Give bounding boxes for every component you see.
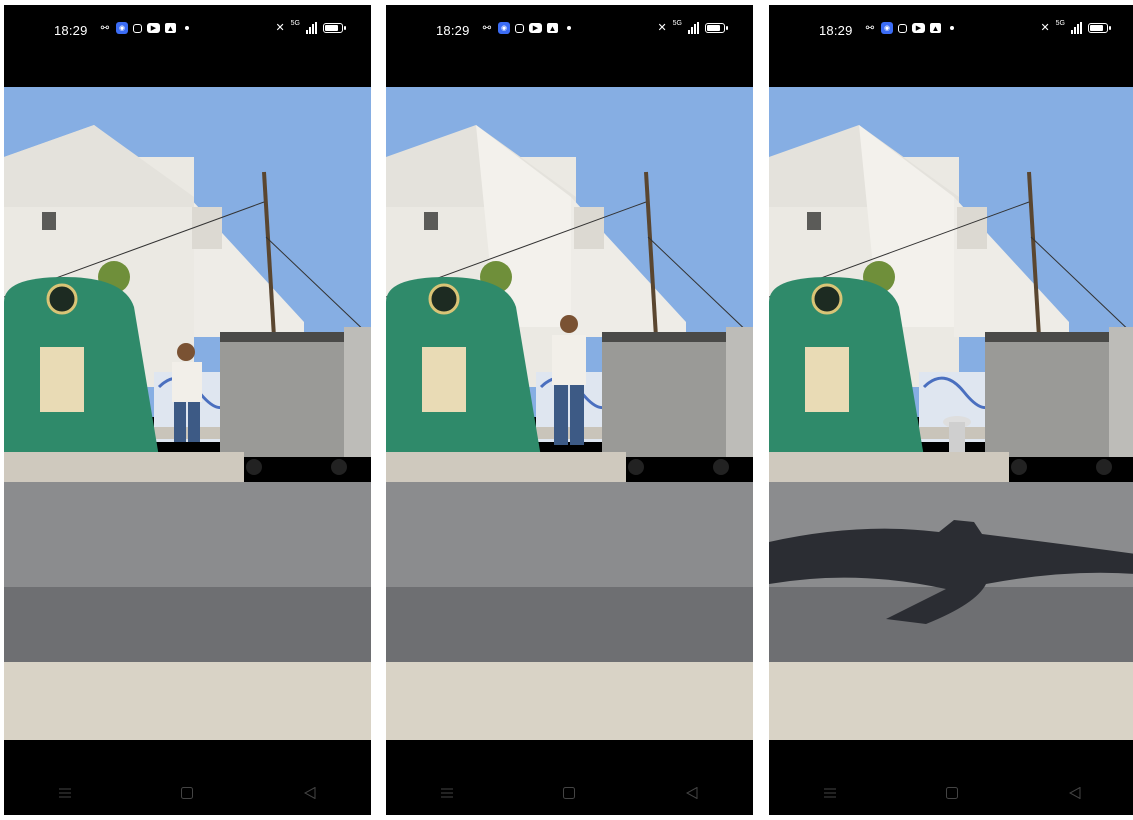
gallery-icon: ▲ (547, 23, 558, 33)
notification-dot (567, 26, 571, 30)
nav-bar (4, 770, 371, 815)
status-time: 18:29 (54, 23, 88, 38)
activity-icon: ⚯ (865, 22, 875, 34)
notification-dot (185, 26, 189, 30)
mute-icon: ✕ (1040, 22, 1050, 34)
mute-icon: ✕ (275, 22, 285, 34)
status-icons: ⚯ ◉ ▶ ▲ (481, 22, 571, 34)
status-right: ✕ 5G (1040, 20, 1111, 34)
youtube-icon: ▶ (147, 23, 160, 33)
network-type: 5G (672, 20, 682, 27)
phone-screen-1: 18:29 ⚯ ◉ ▶ ▲ ✕ 5G (4, 5, 371, 815)
status-time: 18:29 (436, 23, 470, 38)
activity-icon: ⚯ (482, 22, 492, 34)
messenger-icon: ◉ (498, 22, 510, 34)
activity-icon: ⚯ (100, 22, 110, 34)
phone-screen-2: 18:29 ⚯ ◉ ▶ ▲ ✕ 5G (386, 5, 753, 815)
back-nav-icon[interactable] (1068, 786, 1082, 800)
mute-icon: ✕ (657, 22, 667, 34)
status-bar: 18:29 ⚯ ◉ ▶ ▲ ✕ 5G (386, 5, 753, 55)
street-scene (769, 87, 1133, 740)
phone-screen-3: 18:29 ⚯ ◉ ▶ ▲ ✕ 5G (769, 5, 1133, 815)
home-nav-icon[interactable] (180, 786, 194, 800)
gallery-icon: ▲ (165, 23, 176, 33)
menu-nav-icon[interactable] (58, 786, 72, 800)
youtube-icon: ▶ (912, 23, 925, 33)
instagram-icon (133, 23, 142, 33)
menu-nav-icon[interactable] (823, 786, 837, 800)
gallery-icon: ▲ (930, 23, 941, 33)
back-nav-icon[interactable] (685, 786, 699, 800)
battery-icon (1088, 22, 1111, 33)
battery-icon (705, 22, 728, 33)
instagram-icon (515, 23, 524, 33)
messenger-icon: ◉ (116, 22, 128, 34)
home-nav-icon[interactable] (562, 786, 576, 800)
network-type: 5G (290, 20, 300, 27)
status-icons: ⚯ ◉ ▶ ▲ (99, 22, 189, 34)
youtube-icon: ▶ (529, 23, 542, 33)
nav-bar (769, 770, 1133, 815)
street-scene (386, 87, 753, 740)
menu-nav-icon[interactable] (440, 786, 454, 800)
video-frame (4, 87, 371, 740)
status-right: ✕ 5G (657, 20, 728, 34)
nav-bar (386, 770, 753, 815)
signal-icon (1071, 21, 1082, 34)
signal-icon (306, 21, 317, 34)
instagram-icon (898, 23, 907, 33)
notification-dot (950, 26, 954, 30)
messenger-icon: ◉ (881, 22, 893, 34)
network-type: 5G (1055, 20, 1065, 27)
street-scene (4, 87, 371, 740)
home-nav-icon[interactable] (945, 786, 959, 800)
video-frame (386, 87, 753, 740)
video-frame (769, 87, 1133, 740)
status-bar: 18:29 ⚯ ◉ ▶ ▲ ✕ 5G (769, 5, 1133, 55)
back-nav-icon[interactable] (303, 786, 317, 800)
battery-icon (323, 22, 346, 33)
status-right: ✕ 5G (275, 20, 346, 34)
status-icons: ⚯ ◉ ▶ ▲ (864, 22, 954, 34)
status-time: 18:29 (819, 23, 853, 38)
signal-icon (688, 21, 699, 34)
status-bar: 18:29 ⚯ ◉ ▶ ▲ ✕ 5G (4, 5, 371, 55)
